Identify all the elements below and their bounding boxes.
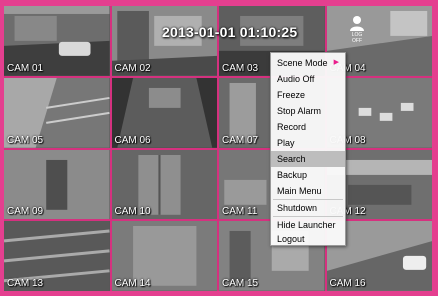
menu-item-play[interactable]: Play xyxy=(271,135,345,151)
menu-item-backup[interactable]: Backup xyxy=(271,167,345,183)
camera-label: CAM 06 xyxy=(114,134,151,146)
camera-label: CAM 09 xyxy=(7,206,44,218)
menu-item-audio-off[interactable]: Audio Off xyxy=(271,71,345,87)
camera-label: CAM 16 xyxy=(329,278,366,289)
menu-item-label: Play xyxy=(277,138,295,148)
menu-item-label: Scene Mode xyxy=(277,58,328,68)
camera-tile-13[interactable]: CAM 13 xyxy=(4,221,110,291)
user-icon-label: LOG OFF xyxy=(351,32,363,44)
camera-tile-01[interactable]: CAM 01 xyxy=(4,6,110,76)
menu-item-main-menu[interactable]: Main Menu xyxy=(271,183,345,199)
menu-item-label: Hide Launcher xyxy=(277,220,336,230)
camera-tile-10[interactable]: CAM 10 xyxy=(111,149,217,220)
user-icon xyxy=(350,16,364,31)
camera-tile-14[interactable]: CAM 14 xyxy=(111,221,217,291)
context-menu: Scene Mode ▶ Audio Off Freeze Stop Alarm… xyxy=(270,52,346,246)
camera-label: CAM 10 xyxy=(114,206,151,218)
menu-item-label: Stop Alarm xyxy=(277,106,322,116)
menu-item-label: Audio Off xyxy=(277,74,315,84)
menu-item-label: Main Menu xyxy=(277,186,322,196)
menu-item-record[interactable]: Record xyxy=(271,119,345,135)
menu-item-label: Shutdown xyxy=(277,203,318,213)
camera-tile-06[interactable]: CAM 06 xyxy=(111,77,217,148)
datetime-overlay: 2013-01-01 01:10:25 xyxy=(162,24,298,40)
submenu-arrow-icon: ▶ xyxy=(333,59,339,66)
menu-item-search[interactable]: Search xyxy=(271,151,345,167)
menu-item-label: Logout xyxy=(277,234,305,244)
menu-item-stop-alarm[interactable]: Stop Alarm xyxy=(271,103,345,119)
menu-item-label: Search xyxy=(277,154,306,164)
menu-item-label: Backup xyxy=(277,170,308,180)
menu-item-shutdown[interactable]: Shutdown xyxy=(271,200,345,216)
camera-label: CAM 13 xyxy=(7,278,44,289)
menu-item-scene-mode[interactable]: Scene Mode ▶ xyxy=(271,55,345,71)
camera-tile-09[interactable]: CAM 09 xyxy=(4,149,110,220)
camera-label: CAM 01 xyxy=(7,62,44,74)
menu-item-freeze[interactable]: Freeze xyxy=(271,87,345,103)
camera-grid: CAM 01 CAM 02 CAM 03 CAM 04 CAM 05 CAM 0… xyxy=(4,6,432,291)
menu-item-label: Freeze xyxy=(277,90,306,100)
camera-label: CAM 15 xyxy=(222,278,259,289)
camera-label: CAM 03 xyxy=(222,62,259,74)
camera-label: CAM 14 xyxy=(114,278,151,289)
camera-tile-02[interactable]: CAM 02 xyxy=(111,6,217,76)
camera-label: CAM 05 xyxy=(7,134,44,146)
camera-tile-05[interactable]: CAM 05 xyxy=(4,77,110,148)
camera-label: CAM 07 xyxy=(222,134,259,146)
user-logoff-icon[interactable]: LOG OFF xyxy=(348,14,366,44)
menu-item-logout[interactable]: Logout xyxy=(271,231,345,247)
menu-item-label: Record xyxy=(277,122,307,132)
camera-label: CAM 02 xyxy=(114,62,151,74)
camera-label: CAM 11 xyxy=(222,206,258,218)
